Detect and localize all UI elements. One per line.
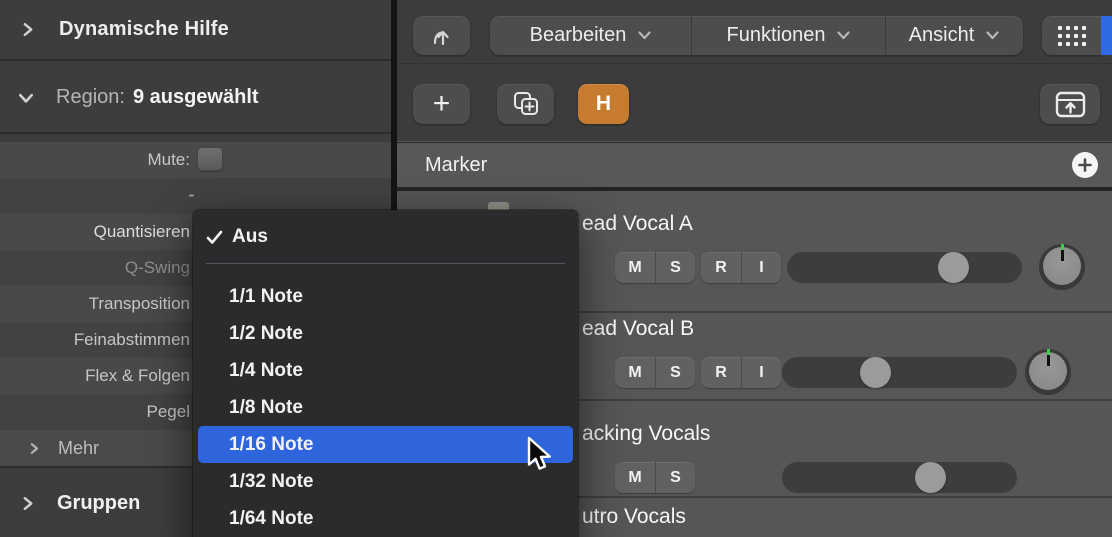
pan-knob[interactable]: [1039, 244, 1085, 290]
volume-slider[interactable]: [787, 252, 1022, 283]
level-label: Pegel: [0, 394, 190, 430]
chevron-down-icon: [986, 31, 999, 40]
menu-separator: [206, 263, 565, 264]
chevron-right-icon: [20, 496, 35, 511]
empty-value-dashes: - -: [176, 178, 216, 214]
slider-thumb[interactable]: [938, 252, 969, 283]
track-name: utro Vocals: [582, 505, 686, 529]
checkmark-icon: [206, 230, 223, 245]
quantize-dropdown-menu: Aus 1/1 Note 1/2 Note 1/4 Note 1/8 Note …: [193, 210, 578, 537]
menu-item[interactable]: 1/64 Note: [193, 500, 578, 537]
functions-menu-label: Funktionen: [727, 24, 826, 47]
mute-button[interactable]: M: [615, 357, 655, 388]
duplicate-icon: [510, 89, 542, 119]
mouse-cursor: [525, 436, 553, 472]
edit-menu-button[interactable]: Bearbeiten: [490, 16, 691, 55]
track-name: ead Vocal B: [582, 317, 694, 341]
quantize-label: Quantisieren: [0, 214, 190, 250]
row-mute: Mute:: [0, 142, 391, 178]
plus-icon: +: [433, 86, 451, 122]
record-input-buttons: RI: [701, 357, 781, 388]
fine-tune-label: Feinabstimmen: [0, 322, 190, 358]
grid-view-button[interactable]: [1042, 16, 1101, 55]
dynamic-help-title: Dynamische Hilfe: [59, 18, 229, 41]
mute-solo-buttons: MS: [615, 462, 695, 493]
curved-up-arrow-icon: [429, 23, 455, 49]
mute-checkbox[interactable]: [197, 147, 223, 171]
chevron-down-icon: [18, 91, 34, 105]
more-label: Mehr: [58, 438, 99, 459]
input-button[interactable]: I: [741, 357, 781, 388]
menu-item[interactable]: 1/32 Note: [193, 463, 578, 500]
hide-button-label: H: [596, 92, 611, 116]
add-marker-button[interactable]: +: [413, 84, 470, 124]
record-input-buttons: RI: [701, 252, 781, 283]
chevron-down-icon: [837, 31, 850, 40]
mute-button[interactable]: M: [615, 462, 655, 493]
add-marker-circle-button[interactable]: [1072, 152, 1098, 178]
record-button[interactable]: R: [701, 252, 741, 283]
row-dash-values: - -: [0, 178, 391, 214]
menu-item-aus[interactable]: Aus: [193, 219, 578, 255]
flex-follow-label: Flex & Folgen: [0, 358, 190, 394]
view-menu-label: Ansicht: [909, 24, 975, 47]
menu-item[interactable]: 1/1 Note: [193, 278, 578, 315]
plus-icon: [1078, 158, 1092, 172]
mute-label: Mute:: [0, 142, 190, 178]
mute-button[interactable]: M: [615, 252, 655, 283]
mute-solo-buttons: MS: [615, 357, 695, 388]
region-selected-count: 9 ausgewählt: [133, 86, 259, 109]
duplicate-button[interactable]: [497, 84, 554, 124]
mute-solo-buttons: MS: [615, 252, 695, 283]
pan-knob[interactable]: [1025, 349, 1071, 395]
marker-toolbar: Bearbeiten Funktionen Ansicht + H: [397, 0, 1112, 141]
edit-menu-label: Bearbeiten: [530, 24, 627, 47]
track-name: acking Vocals: [582, 422, 710, 446]
menu-button-group: Bearbeiten Funktionen Ansicht: [490, 16, 1023, 55]
volume-slider[interactable]: [782, 462, 1017, 493]
export-button[interactable]: [1040, 84, 1100, 124]
marker-header-bar: Marker: [397, 142, 1112, 187]
selected-view-segment[interactable]: [1101, 16, 1112, 55]
record-button[interactable]: R: [701, 357, 741, 388]
marker-title: Marker: [425, 154, 487, 177]
solo-button[interactable]: S: [655, 357, 695, 388]
catch-up-arrow-button[interactable]: [413, 16, 470, 55]
toolbar-separator: [397, 63, 1112, 64]
functions-menu-button[interactable]: Funktionen: [691, 16, 885, 55]
solo-button[interactable]: S: [655, 252, 695, 283]
chevron-right-icon: [28, 442, 40, 455]
menu-item-label: Aus: [232, 226, 268, 248]
menu-item[interactable]: 1/8 Note: [193, 389, 578, 426]
hide-button[interactable]: H: [578, 84, 629, 124]
menu-item[interactable]: 1/4 Note: [193, 352, 578, 389]
window-upload-icon: [1055, 91, 1086, 118]
track-name: ead Vocal A: [582, 212, 693, 236]
chevron-down-icon: [638, 31, 651, 40]
solo-button[interactable]: S: [655, 462, 695, 493]
slider-thumb[interactable]: [860, 357, 891, 388]
menu-item-highlighted[interactable]: 1/16 Note: [198, 426, 573, 463]
slider-thumb[interactable]: [915, 462, 946, 493]
groups-title: Gruppen: [57, 492, 140, 515]
transposition-label: Transposition: [0, 286, 190, 322]
menu-item[interactable]: 1/2 Note: [193, 315, 578, 352]
grid-icon: [1058, 26, 1086, 46]
chevron-right-icon: [20, 22, 35, 37]
view-menu-button[interactable]: Ansicht: [885, 16, 1022, 55]
section-region-header[interactable]: Region: 9 ausgewählt: [0, 63, 391, 134]
section-dynamic-help[interactable]: Dynamische Hilfe: [0, 0, 391, 61]
region-label: Region:: [56, 86, 125, 109]
q-swing-label: Q-Swing: [0, 250, 190, 286]
input-button[interactable]: I: [741, 252, 781, 283]
volume-slider[interactable]: [782, 357, 1017, 388]
